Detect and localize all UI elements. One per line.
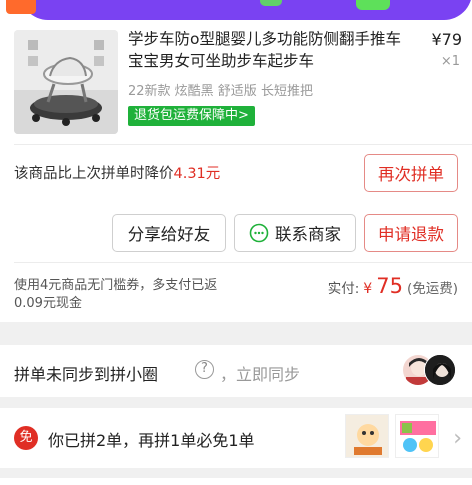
price-drop-text: 该商品比上次拼单时降价 xyxy=(14,166,174,182)
top-banner xyxy=(0,0,472,22)
bottom-strip xyxy=(0,478,472,485)
payment-summary: 实付: ¥75 (免运费) xyxy=(328,274,458,298)
product-specs: 22新款 炫酷黑 舒适版 长短推把 xyxy=(128,84,313,99)
price-drop-amount: 4.31元 xyxy=(173,166,221,182)
promo-product-images xyxy=(345,414,445,462)
banner-decoration xyxy=(260,0,282,6)
coupon-info: 使用4元商品无门槛券，多支付已返0.09元现金 xyxy=(14,278,218,311)
order-card: 学步车防o型腿婴儿多功能防侧翻手推车宝宝男女可坐助步车起步车 ¥79 ×1 22… xyxy=(0,22,472,322)
promo-product-image xyxy=(395,414,439,458)
chevron-right-icon[interactable]: › xyxy=(453,426,462,451)
divider xyxy=(14,262,472,263)
contact-label: 联系商家 xyxy=(275,225,341,244)
reorder-label: 再次拼单 xyxy=(378,165,444,184)
product-title[interactable]: 学步车防o型腿婴儿多功能防侧翻手推车宝宝男女可坐助步车起步车 xyxy=(128,28,408,72)
share-label: 分享给好友 xyxy=(127,225,211,244)
shipping-note: (免运费) xyxy=(406,281,458,297)
banner-background xyxy=(20,0,472,20)
avatar-group xyxy=(402,354,458,388)
refund-label: 申请退款 xyxy=(378,225,444,244)
avatar xyxy=(424,354,456,386)
product-price: ¥79 xyxy=(431,30,462,49)
promo-row[interactable]: 免 你已拼2单，再拼1单必免1单 › xyxy=(0,408,472,468)
share-button[interactable]: 分享给好友 xyxy=(112,214,226,252)
payment-currency: ¥ xyxy=(363,281,373,297)
free-badge: 免 xyxy=(14,426,38,450)
product-thumbnail[interactable] xyxy=(14,30,118,134)
refund-button[interactable]: 申请退款 xyxy=(364,214,458,252)
promo-product-image xyxy=(345,414,389,458)
payment-label: 实付: xyxy=(327,281,360,297)
guarantee-badge[interactable]: 退货包运费保障中> xyxy=(128,106,255,126)
contact-seller-button[interactable]: 联系商家 xyxy=(234,214,356,252)
price-drop-notice: 该商品比上次拼单时降价4.31元 xyxy=(14,162,220,183)
banner-decoration xyxy=(356,0,390,10)
payment-amount: 75 xyxy=(376,274,403,298)
sync-label: 拼单未同步到拼小圈 xyxy=(14,365,159,384)
sync-now-link[interactable]: ，立即同步 xyxy=(220,361,300,385)
promo-text: 你已拼2单，再拼1单必免1单 xyxy=(48,431,255,450)
sync-row[interactable]: 拼单未同步到拼小圈 ? ，立即同步 xyxy=(0,345,472,397)
reorder-button[interactable]: 再次拼单 xyxy=(364,154,458,192)
banner-tag xyxy=(6,0,36,14)
chat-icon xyxy=(249,223,269,243)
divider xyxy=(14,144,472,145)
baby-walker-image xyxy=(14,30,118,134)
product-quantity: ×1 xyxy=(440,54,460,69)
help-icon[interactable]: ? xyxy=(195,360,214,379)
